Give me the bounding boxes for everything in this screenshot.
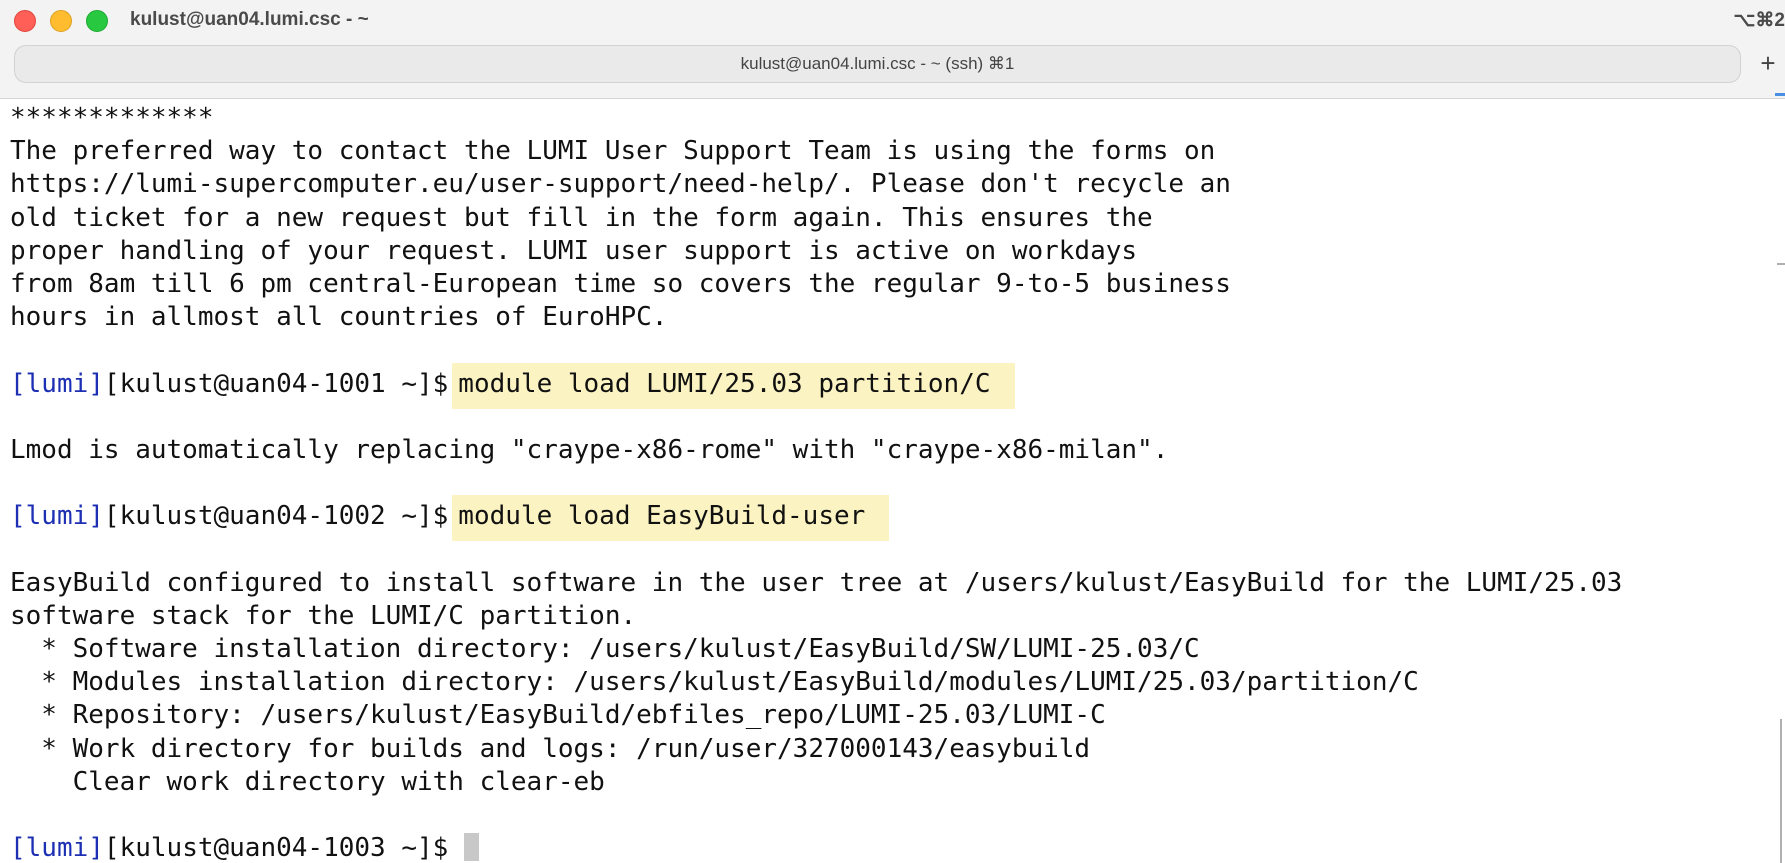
- motd-line: The preferred way to contact the LUMI Us…: [10, 136, 1216, 167]
- prompt-tag: [lumi]: [10, 833, 104, 863]
- output-line: * Repository: /users/kulust/EasyBuild/eb…: [10, 700, 1106, 731]
- window-shortcut: ⌥⌘2: [1733, 10, 1785, 31]
- prompt-line: [lumi][kulust@uan04-1001 ~]$ module load …: [10, 362, 1622, 409]
- motd-line: proper handling of your request. LUMI us…: [10, 235, 1138, 266]
- output-line: software stack for the LUMI/C partition.: [10, 600, 637, 631]
- command-text: module load LUMI/25.03 partition/C: [452, 362, 1015, 409]
- new-tab-button[interactable]: +: [1754, 48, 1782, 78]
- motd-line: old ticket for a new request but fill in…: [10, 202, 1153, 233]
- terminal-output[interactable]: ************* The preferred way to conta…: [0, 93, 1785, 863]
- close-window-button[interactable]: [14, 10, 36, 32]
- window-title: kulust@uan04.lumi.csc - ~: [130, 9, 369, 30]
- output-line: EasyBuild configured to install software…: [10, 567, 1623, 598]
- prompt-line: [lumi][kulust@uan04-1002 ~]$ module load …: [10, 495, 1622, 542]
- motd-line: from 8am till 6 pm central-European time…: [10, 268, 1231, 299]
- prompt-tag: [lumi]: [10, 501, 104, 532]
- tab-label: kulust@uan04.lumi.csc - ~ (ssh) ⌘1: [740, 54, 1015, 73]
- minimize-window-button[interactable]: [50, 10, 72, 32]
- prompt-host: [kulust@uan04-1002 ~]$: [103, 501, 449, 532]
- scroll-mark: [1777, 263, 1785, 265]
- tab-ssh-session[interactable]: kulust@uan04.lumi.csc - ~ (ssh) ⌘1: [14, 45, 1741, 83]
- scroll-mark: [1780, 719, 1782, 863]
- scroll-position-marker[interactable]: [1775, 93, 1785, 96]
- terminal-window: kulust@uan04.lumi.csc - ~ ⌥⌘2 kulust@uan…: [0, 0, 1785, 863]
- output-line: * Modules installation directory: /users…: [10, 667, 1419, 698]
- title-bar[interactable]: kulust@uan04.lumi.csc - ~ ⌥⌘2: [0, 0, 1785, 42]
- prompt-host: [kulust@uan04-1001 ~]$: [103, 368, 449, 399]
- output-line: * Software installation directory: /user…: [10, 634, 1200, 664]
- tab-bar: kulust@uan04.lumi.csc - ~ (ssh) ⌘1 +: [0, 42, 1785, 99]
- motd-line: *************: [10, 103, 214, 133]
- prompt-host: [kulust@uan04-1003 ~]$: [103, 833, 449, 863]
- text-cursor[interactable]: [464, 833, 480, 862]
- maximize-window-button[interactable]: [86, 10, 108, 32]
- prompt-line: [lumi][kulust@uan04-1003 ~]$: [10, 832, 1622, 863]
- motd-line: https://lumi-supercomputer.eu/user-suppo…: [10, 169, 1231, 200]
- prompt-tag: [lumi]: [10, 368, 104, 399]
- motd-line: hours in allmost all countries of EuroHP…: [10, 302, 668, 333]
- output-line: * Work directory for builds and logs: /r…: [10, 733, 1091, 764]
- output-line: Lmod is automatically replacing "craype-…: [10, 434, 1169, 465]
- output-line: Clear work directory with clear-eb: [10, 766, 605, 797]
- command-text: module load EasyBuild-user: [452, 495, 890, 542]
